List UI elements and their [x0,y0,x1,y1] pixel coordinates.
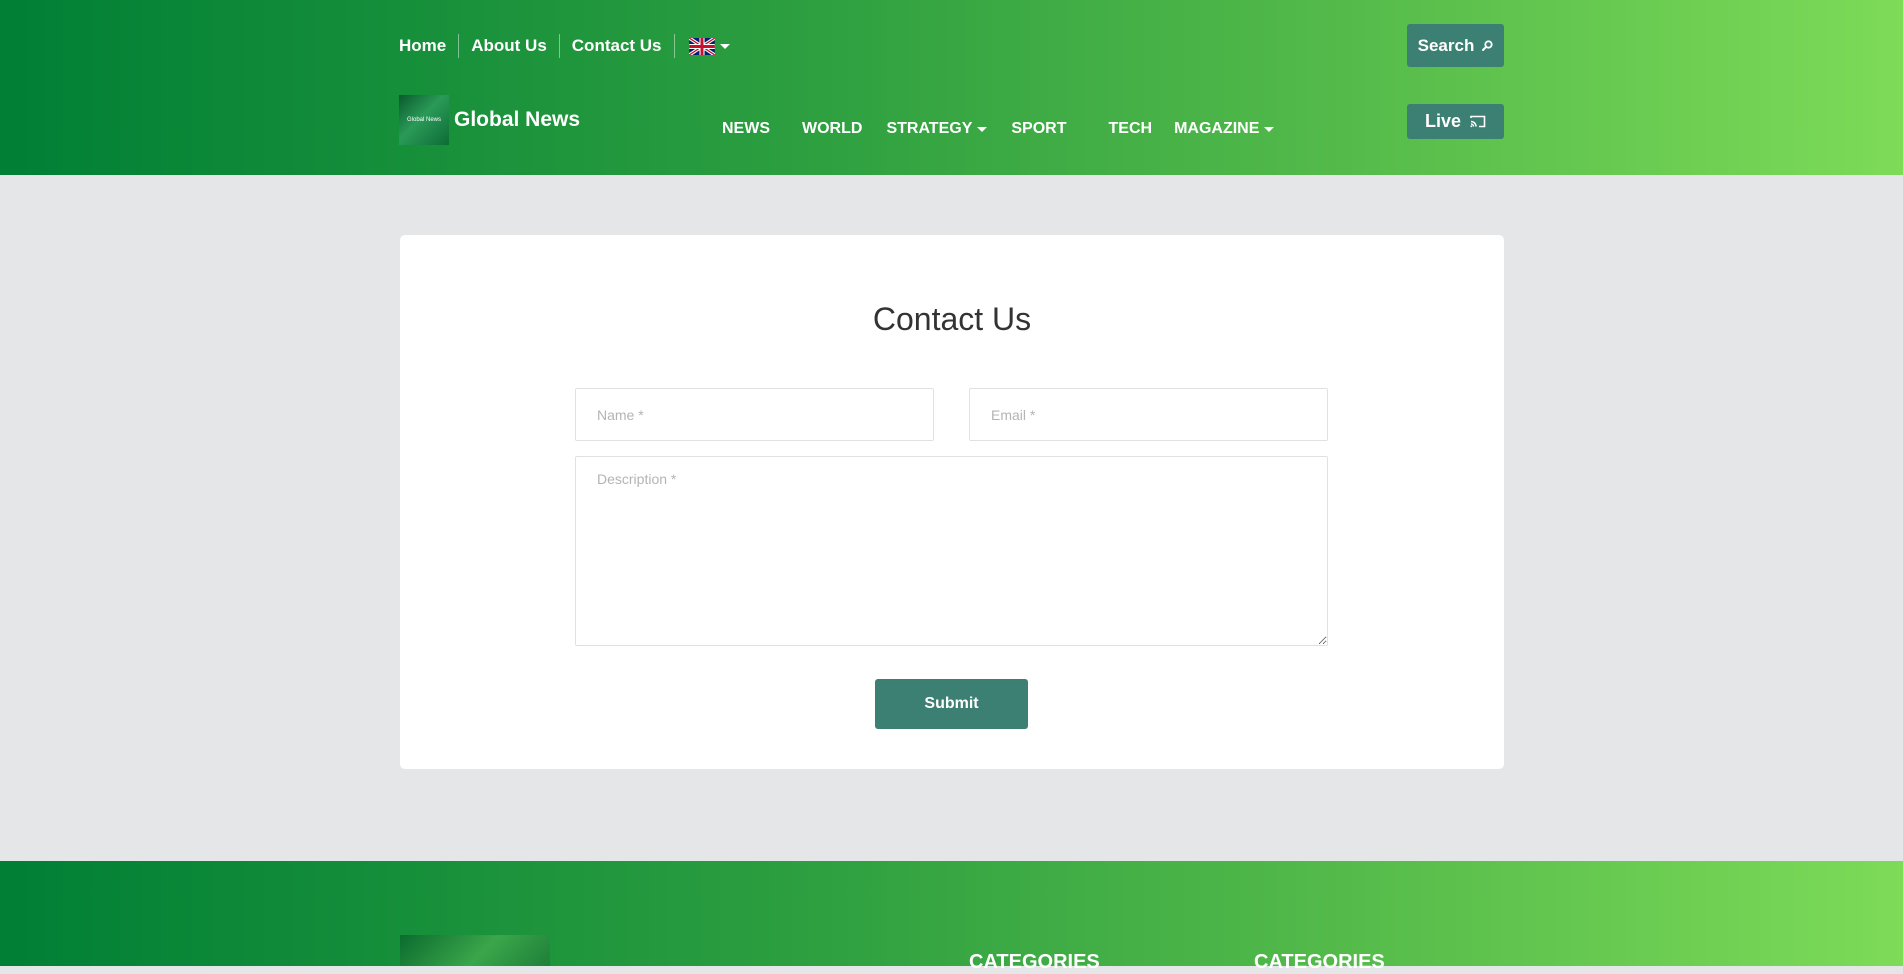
nav-label: STRATEGY [886,120,973,137]
nav-item-sport[interactable]: SPORT [1011,120,1066,138]
nav-item-tech[interactable]: TECH [1109,120,1153,138]
main-navbar: Global News Global News NEWS WORLD STRAT… [399,90,1504,175]
site-header: Home About Us Contact Us Search Global N… [0,0,1903,175]
contact-card: Contact Us Submit [400,235,1504,769]
top-links: Home About Us Contact Us [399,34,730,58]
footer-categories-heading: CATEGORIES [969,951,1100,973]
live-label: Live [1424,111,1462,131]
top-bar: Home About Us Contact Us Search [399,0,1504,90]
chevron-down-icon [1264,126,1275,132]
chevron-down-icon [977,126,988,132]
description-textarea[interactable] [575,456,1328,646]
top-link-contact[interactable]: Contact Us [560,36,674,56]
footer-logo[interactable] [400,935,550,966]
main-nav: NEWS WORLD STRATEGY SPORT TECH MAGAZINE [722,120,1275,138]
nav-item-news[interactable]: NEWS [722,120,770,138]
uk-flag-icon [688,37,715,55]
search-label: Search [1417,35,1475,55]
email-input[interactable] [969,388,1328,441]
submit-button[interactable]: Submit [875,679,1028,729]
nav-label: WORLD [802,120,863,137]
page-title: Contact Us [872,301,1032,337]
search-button[interactable]: Search [1407,24,1504,67]
logo-image-text: Global News [406,117,441,123]
search-icon [1482,39,1493,51]
nav-item-world[interactable]: WORLD [802,120,862,138]
language-selector[interactable] [675,37,730,55]
site-name: Global News [454,108,581,131]
nav-label: SPORT [1011,120,1067,137]
footer-categories-heading: CATEGORIES [1254,951,1385,973]
cast-icon [1470,115,1486,128]
top-link-about[interactable]: About Us [459,36,559,56]
name-input[interactable] [575,388,934,441]
nav-label: TECH [1108,120,1153,137]
top-link-home[interactable]: Home [399,36,458,56]
nav-label: MAGAZINE [1174,120,1260,137]
live-button[interactable]: Live [1407,104,1504,139]
chevron-down-icon [719,43,730,49]
site-footer: CATEGORIES CATEGORIES [0,861,1903,973]
nav-item-strategy[interactable]: STRATEGY [886,120,988,138]
nav-item-magazine[interactable]: MAGAZINE [1174,120,1275,138]
logo-image: Global News [399,95,449,145]
site-logo[interactable]: Global News Global News [399,95,580,145]
nav-label: NEWS [722,120,770,137]
